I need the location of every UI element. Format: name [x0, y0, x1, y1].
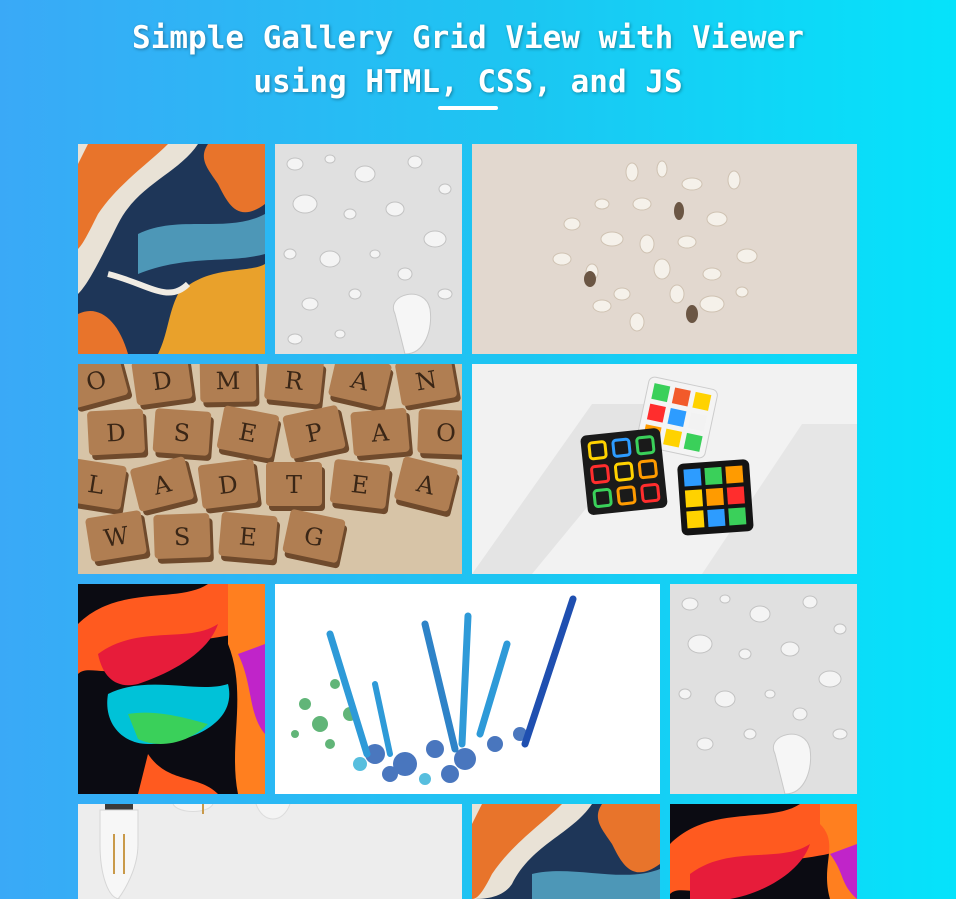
scrabble-tile: E [329, 459, 393, 515]
gallery-image-water-droplets-2[interactable] [670, 584, 857, 794]
scrabble-letter: O [436, 419, 457, 448]
gallery-grid: ODMRANDSEPAOLADTEAWSEG [78, 144, 857, 899]
page-title-line-1: Simple Gallery Grid View with Viewer [132, 20, 804, 56]
scrabble-letter: D [217, 470, 240, 500]
scrabble-tile: M [199, 364, 260, 408]
scrabble-tile: S [152, 408, 214, 461]
scrabble-letter: D [151, 366, 174, 396]
scrabble-letter: S [173, 523, 190, 552]
scrabble-tile: D [197, 459, 262, 514]
scrabble-letter: E [349, 470, 370, 500]
gallery-image-fluid-art[interactable] [78, 144, 265, 354]
scrabble-tile: T [266, 462, 325, 511]
scrabble-letter: D [106, 419, 127, 448]
gallery-image-light-bulbs[interactable] [78, 804, 462, 899]
page-title-line-2: using HTML, CSS, and JS [253, 64, 683, 100]
scrabble-letter: E [238, 522, 258, 551]
scrabble-letter: M [215, 367, 240, 395]
gallery-image-fluid-art-2[interactable] [472, 804, 660, 899]
gallery-image-blue-pencils[interactable] [275, 584, 660, 794]
scrabble-tile: O [417, 409, 462, 460]
droplets-svg-1 [275, 144, 462, 354]
gallery-image-cowrie-shells[interactable] [472, 144, 857, 354]
scrabble-letter: S [173, 418, 191, 447]
gallery-image-scrabble-tiles[interactable]: ODMRANDSEPAOLADTEAWSEG [78, 364, 462, 574]
gallery-image-rubiks-cubes[interactable] [472, 364, 857, 574]
page-title: Simple Gallery Grid View with Viewer usi… [0, 16, 936, 104]
scrabble-tile: L [78, 458, 129, 515]
scrabble-tile: R [264, 364, 327, 410]
scrabble-tile: D [131, 364, 196, 410]
gallery-image-fluid-art-neon[interactable] [78, 584, 265, 794]
scrabble-letter: A [369, 418, 390, 448]
scrabble-tile: A [350, 407, 413, 461]
gallery-image-water-droplets[interactable] [275, 144, 462, 354]
scrabble-tile: W [85, 510, 151, 567]
title-underline [438, 106, 498, 110]
scrabble-tile: E [218, 511, 281, 566]
scrabble-letter: T [286, 471, 302, 499]
gallery-page: Simple Gallery Grid View with Viewer usi… [0, 0, 956, 899]
scrabble-tile: D [87, 408, 149, 461]
scrabble-tile: S [153, 513, 214, 564]
gallery-image-fluid-art-neon-2[interactable] [670, 804, 857, 899]
scrabble-letter: W [102, 521, 131, 553]
